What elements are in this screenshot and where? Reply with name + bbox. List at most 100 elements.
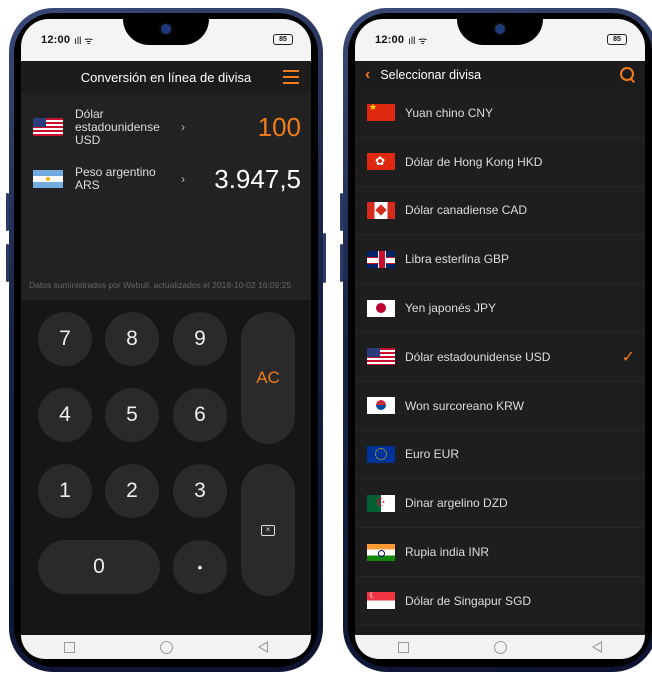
checkmark-icon: ✓: [621, 348, 635, 366]
battery-icon: 85: [607, 34, 627, 45]
keypad: 7 8 9 AC 4 5 6 1 2 3 × 0 •: [21, 300, 311, 637]
phone-bezel: 12:00 ıll ᯤ 85 Conversión en línea de di…: [14, 13, 318, 667]
list-item-usd[interactable]: Dólar estadounidense USD ✓: [355, 333, 645, 382]
key-3[interactable]: 3: [173, 464, 227, 518]
back-nav-icon[interactable]: [258, 641, 269, 653]
data-source-note: Datos suministrados por Webull, actualiz…: [29, 280, 292, 290]
volume-button: [6, 193, 9, 231]
left-phone: 12:00 ıll ᯤ 85 Conversión en línea de di…: [6, 8, 326, 672]
status-bar: 12:00 ıll ᯤ 85: [21, 19, 311, 61]
currency-label: Yuan chino CNY: [405, 105, 494, 120]
volume-button: [6, 244, 9, 282]
china-flag-icon: [367, 104, 395, 122]
app-header: Conversión en línea de divisa: [21, 61, 311, 93]
page-title: Conversión en línea de divisa: [80, 69, 252, 85]
list-item-cad[interactable]: Dólar canadiense CAD: [355, 187, 645, 236]
list-item-inr[interactable]: Rupia india INR: [355, 528, 645, 577]
currency-label: Rupia india INR: [405, 545, 490, 560]
notch: [123, 19, 209, 45]
key-4[interactable]: 4: [38, 388, 92, 442]
us-flag-icon: [33, 118, 63, 136]
from-currency-row[interactable]: Dólar estadounidense USD › 100: [21, 101, 311, 153]
key-6[interactable]: 6: [173, 388, 227, 442]
currency-label: Dinar argelino DZD: [405, 496, 508, 511]
battery-icon: 85: [273, 34, 293, 45]
to-currency-name: Peso argentino ARS: [75, 165, 156, 192]
recents-icon[interactable]: [63, 641, 75, 653]
argentina-flag-icon: [33, 170, 63, 188]
list-item-jpy[interactable]: Yen japonés JPY: [355, 284, 645, 333]
home-icon[interactable]: [493, 640, 507, 654]
key-8[interactable]: 8: [105, 312, 159, 366]
hong-kong-flag-icon: [367, 153, 395, 171]
us-flag-icon: [367, 348, 395, 366]
currency-label: Libra esterlina GBP: [405, 252, 510, 267]
currency-label: Won surcoreano KRW: [405, 398, 524, 413]
singapore-flag-icon: [367, 592, 395, 610]
system-nav-bar: [21, 635, 311, 659]
chevron-right-icon: ›: [181, 120, 185, 134]
key-2[interactable]: 2: [105, 464, 159, 518]
currency-label: Dólar canadiense CAD: [405, 203, 528, 218]
phone-bezel: 12:00 ıll ᯤ 85 ‹ Seleccionar divisa Yuan…: [348, 13, 652, 667]
search-icon[interactable]: [620, 67, 635, 82]
signal-icon: ıll ᯤ: [408, 36, 428, 47]
list-item-hkd[interactable]: Dólar de Hong Kong HKD: [355, 138, 645, 187]
app-header: ‹ Seleccionar divisa: [355, 61, 645, 89]
right-phone: 12:00 ıll ᯤ 85 ‹ Seleccionar divisa Yuan…: [340, 8, 652, 672]
camera-icon: [161, 24, 171, 34]
camera-icon: [495, 24, 505, 34]
menu-icon[interactable]: [283, 70, 299, 84]
backspace-icon: ×: [261, 524, 275, 536]
japan-flag-icon: [367, 299, 395, 317]
decimal-point-key[interactable]: •: [173, 540, 227, 594]
signal-icon: ıll ᯤ: [74, 36, 94, 47]
list-item-dzd[interactable]: Dinar argelino DZD: [355, 479, 645, 529]
south-korea-flag-icon: [367, 397, 395, 415]
to-currency-row[interactable]: Peso argentino ARS › 3.947,5: [21, 153, 311, 205]
volume-button: [340, 244, 343, 282]
currency-label: Yen japonés JPY: [405, 301, 496, 316]
currency-list: Yuan chino CNY Dólar de Hong Kong HKD Dó…: [355, 89, 645, 626]
eu-flag-icon: [367, 445, 395, 463]
key-7[interactable]: 7: [38, 312, 92, 366]
back-arrow-icon[interactable]: ‹: [365, 66, 370, 84]
list-item-gbp[interactable]: Libra esterlina GBP: [355, 235, 645, 285]
notch: [457, 19, 543, 45]
recents-icon[interactable]: [397, 641, 409, 653]
from-currency-name: Dólar estadounidense USD: [75, 106, 160, 147]
conversion-panel: Dólar estadounidense USD › 100 Peso arge…: [21, 93, 311, 300]
list-item-sgd[interactable]: Dólar de Singapur SGD: [355, 577, 645, 626]
currency-label: Dólar de Hong Kong HKD: [405, 154, 543, 169]
back-nav-icon[interactable]: [592, 641, 603, 653]
converter-screen: 12:00 ıll ᯤ 85 Conversión en línea de di…: [21, 19, 311, 637]
status-time: 12:00: [375, 34, 405, 46]
from-amount[interactable]: 100: [258, 112, 301, 143]
key-0[interactable]: 0: [38, 540, 160, 594]
india-flag-icon: [367, 543, 395, 561]
algeria-flag-icon: [367, 494, 395, 512]
canada-flag-icon: [367, 201, 395, 219]
backspace-button[interactable]: ×: [241, 464, 295, 596]
volume-button: [340, 193, 343, 231]
list-item-eur[interactable]: Euro EUR: [355, 431, 645, 480]
currency-select-screen: 12:00 ıll ᯤ 85 ‹ Seleccionar divisa Yuan…: [355, 19, 645, 637]
status-time: 12:00: [41, 34, 71, 46]
to-amount[interactable]: 3.947,5: [214, 164, 301, 195]
currency-label: Dólar estadounidense USD: [405, 349, 551, 364]
chevron-right-icon: ›: [181, 172, 185, 186]
system-nav-bar: [355, 635, 645, 659]
power-button: [323, 233, 326, 283]
uk-flag-icon: [367, 250, 395, 268]
clear-button[interactable]: AC: [241, 312, 295, 444]
key-9[interactable]: 9: [173, 312, 227, 366]
list-item-cny[interactable]: Yuan chino CNY: [355, 89, 645, 138]
status-bar: 12:00 ıll ᯤ 85: [355, 19, 645, 61]
list-item-krw[interactable]: Won surcoreano KRW: [355, 382, 645, 431]
currency-label: Dólar de Singapur SGD: [405, 593, 532, 608]
currency-label: Euro EUR: [405, 447, 460, 462]
page-title: Seleccionar divisa: [380, 68, 482, 82]
home-icon[interactable]: [159, 640, 173, 654]
key-5[interactable]: 5: [105, 388, 159, 442]
key-1[interactable]: 1: [38, 464, 92, 518]
